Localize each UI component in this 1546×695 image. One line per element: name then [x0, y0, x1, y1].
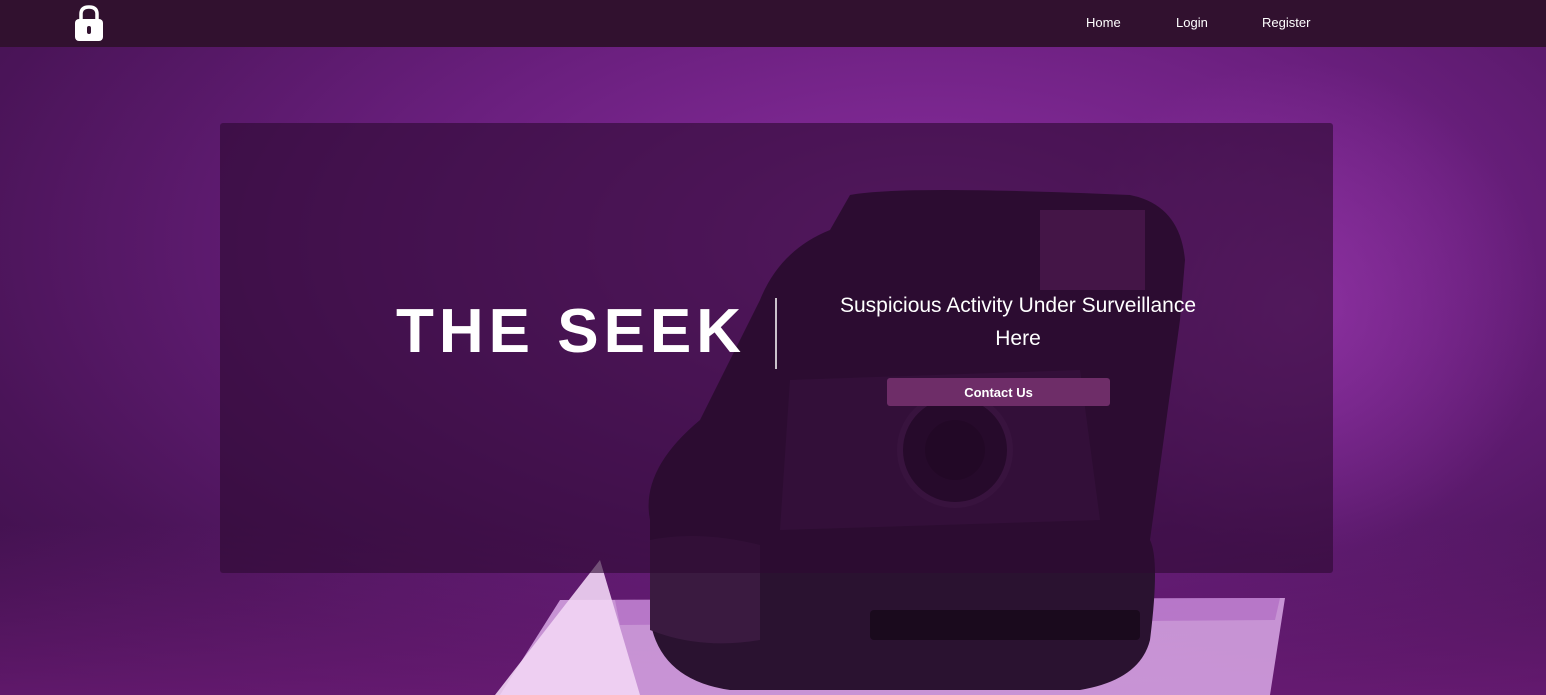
nav-home-link[interactable]: Home: [1086, 15, 1121, 30]
hero-title: THE SEEK: [396, 297, 747, 366]
nav-links: Home Login Register: [0, 0, 1546, 47]
nav-login-link[interactable]: Login: [1176, 15, 1208, 30]
page: Home Login Register THE SEEK Suspicious …: [0, 0, 1546, 695]
contact-us-button[interactable]: Contact Us: [887, 378, 1110, 406]
hero-tagline: Suspicious Activity Under Surveillance H…: [818, 289, 1218, 355]
tagline-line-1: Suspicious Activity Under Surveillance: [840, 294, 1196, 317]
tagline-line-2: Here: [995, 327, 1041, 350]
navbar: Home Login Register: [0, 0, 1546, 47]
nav-register-link[interactable]: Register: [1262, 15, 1310, 30]
hero-card: THE SEEK Suspicious Activity Under Surve…: [220, 123, 1333, 573]
hero-divider: [775, 298, 777, 369]
